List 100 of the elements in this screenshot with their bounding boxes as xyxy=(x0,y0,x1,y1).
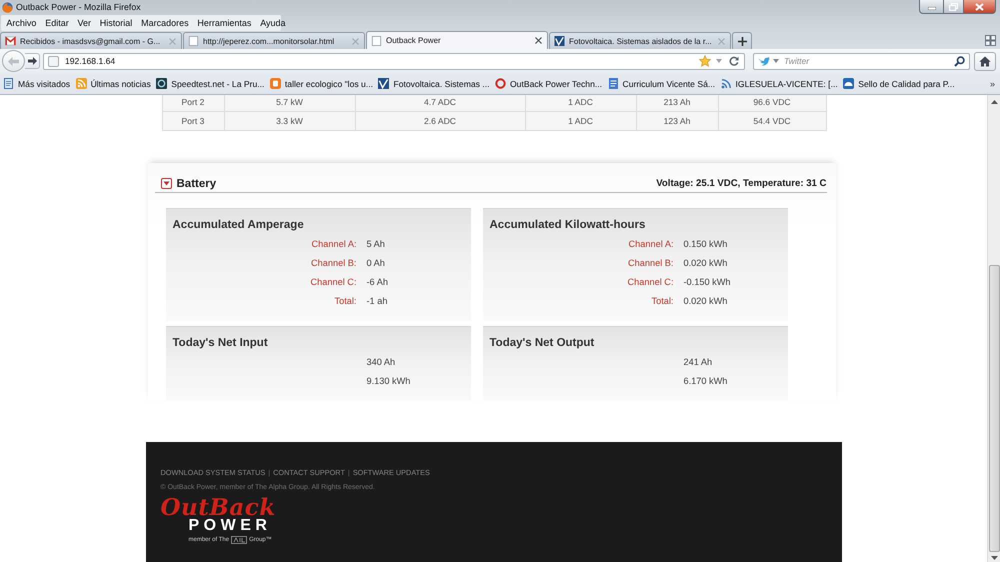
table-cell: 123 Ah xyxy=(636,112,718,130)
bookmark-item[interactable]: Últimas noticias xyxy=(76,78,151,89)
table-cell: 54.4 VDC xyxy=(718,112,826,130)
new-tab-button[interactable] xyxy=(732,32,752,49)
logo-wordmark: OutBack xyxy=(160,497,276,519)
stat-value: 340 Ah xyxy=(366,356,396,369)
stat-value: -0.150 kWh xyxy=(684,276,730,289)
minimize-button[interactable] xyxy=(919,0,944,14)
browser-tab[interactable]: Outback Power xyxy=(366,31,548,49)
stat-value: -1 ah xyxy=(366,295,388,308)
logo-tile-icon xyxy=(554,36,565,46)
stat-label: Channel A: xyxy=(310,238,356,251)
logo-tile-icon xyxy=(378,78,390,89)
page-icon xyxy=(371,36,382,46)
stat-label: Channel B: xyxy=(627,257,674,270)
app-logo-icon xyxy=(2,2,13,13)
battery-summary: Voltage: 25.1 VDC, Temperature: 31 C xyxy=(656,178,826,189)
bookmark-item[interactable]: Más visitados xyxy=(3,78,70,89)
bookmark-item[interactable]: taller ecologico "los u... xyxy=(270,78,373,89)
bookmark-item[interactable]: Speedtest.net - La Pru... xyxy=(156,78,264,89)
stat-value: -6 Ah xyxy=(366,276,388,289)
stat-label: Total: xyxy=(334,295,356,308)
feed-icon xyxy=(720,78,732,89)
home-icon xyxy=(979,56,991,66)
card-title: Accumulated Kilowatt-hours xyxy=(488,218,646,232)
stat-value: 0.020 kWh xyxy=(684,257,728,270)
table-cell: 1 ADC xyxy=(525,95,636,112)
address-field[interactable]: 192.168.1.64 xyxy=(43,52,745,70)
home-button[interactable] xyxy=(974,52,996,70)
collapse-toggle-icon[interactable] xyxy=(160,178,172,189)
logo-subtitle: POWER xyxy=(188,519,272,532)
caret-icon[interactable] xyxy=(716,59,722,63)
browser-tab[interactable]: Fotovoltaica. Sistemas aislados de la r... xyxy=(549,32,731,49)
restore-icon xyxy=(949,2,958,10)
table-cell: 5.7 kW xyxy=(224,95,355,112)
forward-button[interactable] xyxy=(25,53,40,69)
page-icon xyxy=(48,56,59,66)
menu-item[interactable]: Ver xyxy=(73,17,96,29)
menu-item[interactable]: Historial xyxy=(95,17,137,29)
stat-value: 241 Ah xyxy=(684,356,712,369)
plus-icon xyxy=(738,36,746,46)
card-title: Today's Net Output xyxy=(488,336,594,350)
bookmark-item[interactable]: Fotovoltaica. Sistemas ... xyxy=(378,78,490,89)
close-button[interactable] xyxy=(964,0,996,14)
maximize-button[interactable] xyxy=(944,0,964,14)
browser-tab[interactable]: http://jeperez.com...monitorsolar.html xyxy=(183,32,365,49)
table-cell: 1 ADC xyxy=(525,112,636,130)
bookmark-item[interactable]: Sello de Calidad para P... xyxy=(843,78,955,89)
table-cell: 2.6 ADC xyxy=(355,112,525,130)
search-icon[interactable] xyxy=(954,56,965,66)
menu-item[interactable]: Archivo xyxy=(2,17,41,29)
bookmarks-overflow-button[interactable]: » xyxy=(990,78,995,88)
caret-icon[interactable] xyxy=(773,59,779,63)
table-cell: Port 3 xyxy=(162,112,224,130)
stat-value: 9.130 kWh xyxy=(366,375,410,388)
browser-tab[interactable]: Recibidos - imasdsvs@gmail.com - G... xyxy=(0,32,182,49)
table-cell: 213 Ah xyxy=(636,95,718,112)
reload-icon[interactable] xyxy=(729,56,739,66)
menu-item[interactable]: Herramientas xyxy=(193,17,256,29)
rounded-tile-icon xyxy=(270,78,281,89)
section-title: Battery xyxy=(176,176,216,190)
stat-value: 5 Ah xyxy=(366,238,385,251)
table-cell: 96.6 VDC xyxy=(718,95,826,112)
menu-item[interactable]: Editar xyxy=(40,17,74,29)
card-title: Accumulated Amperage xyxy=(172,218,304,232)
star-icon[interactable] xyxy=(699,55,711,67)
stat-value: 0.020 kWh xyxy=(684,295,728,308)
stat-value: 0 Ah xyxy=(366,257,385,270)
table-cell: 4.7 ADC xyxy=(355,95,525,112)
window-title: Outback Power - Mozilla Firefox xyxy=(16,2,141,13)
rss-icon xyxy=(76,78,87,89)
bookmark-item[interactable]: Curriculum Vicente Sá... xyxy=(608,78,716,89)
bookmark-item[interactable]: IGLESUELA-VICENTE: [... xyxy=(720,78,838,89)
ring-icon xyxy=(494,78,506,89)
mail-icon xyxy=(5,36,16,46)
bookmark-item[interactable]: OutBack Power Techn... xyxy=(494,78,602,89)
ring-tile-icon xyxy=(156,78,168,89)
page-icon xyxy=(3,78,14,89)
stat-label: Channel A: xyxy=(628,238,674,251)
close-icon xyxy=(975,2,984,10)
arrow-up-icon[interactable] xyxy=(990,100,998,104)
card-title: Today's Net Input xyxy=(172,336,268,350)
scrollbar-thumb[interactable] xyxy=(988,265,1000,552)
table-cell: Port 2 xyxy=(162,95,224,112)
stat-label: Channel C: xyxy=(626,276,674,289)
minimize-icon xyxy=(928,7,936,10)
table-cell: 3.3 kW xyxy=(224,112,355,130)
tab-grid-icon[interactable] xyxy=(985,35,996,46)
stat-value: 0.150 kWh xyxy=(684,238,728,251)
menu-item[interactable]: Ayuda xyxy=(256,17,290,29)
menu-item[interactable]: Marcadores xyxy=(136,17,193,29)
scrollbar[interactable] xyxy=(987,95,1000,562)
stat-label: Channel B: xyxy=(310,257,356,270)
close-icon[interactable] xyxy=(535,37,542,44)
stat-label: Total: xyxy=(650,295,674,308)
logo-icon xyxy=(231,536,248,544)
document-icon xyxy=(608,78,619,89)
arrow-right-icon xyxy=(28,57,36,65)
arrow-down-icon[interactable] xyxy=(990,556,998,560)
bird-icon xyxy=(758,56,770,66)
